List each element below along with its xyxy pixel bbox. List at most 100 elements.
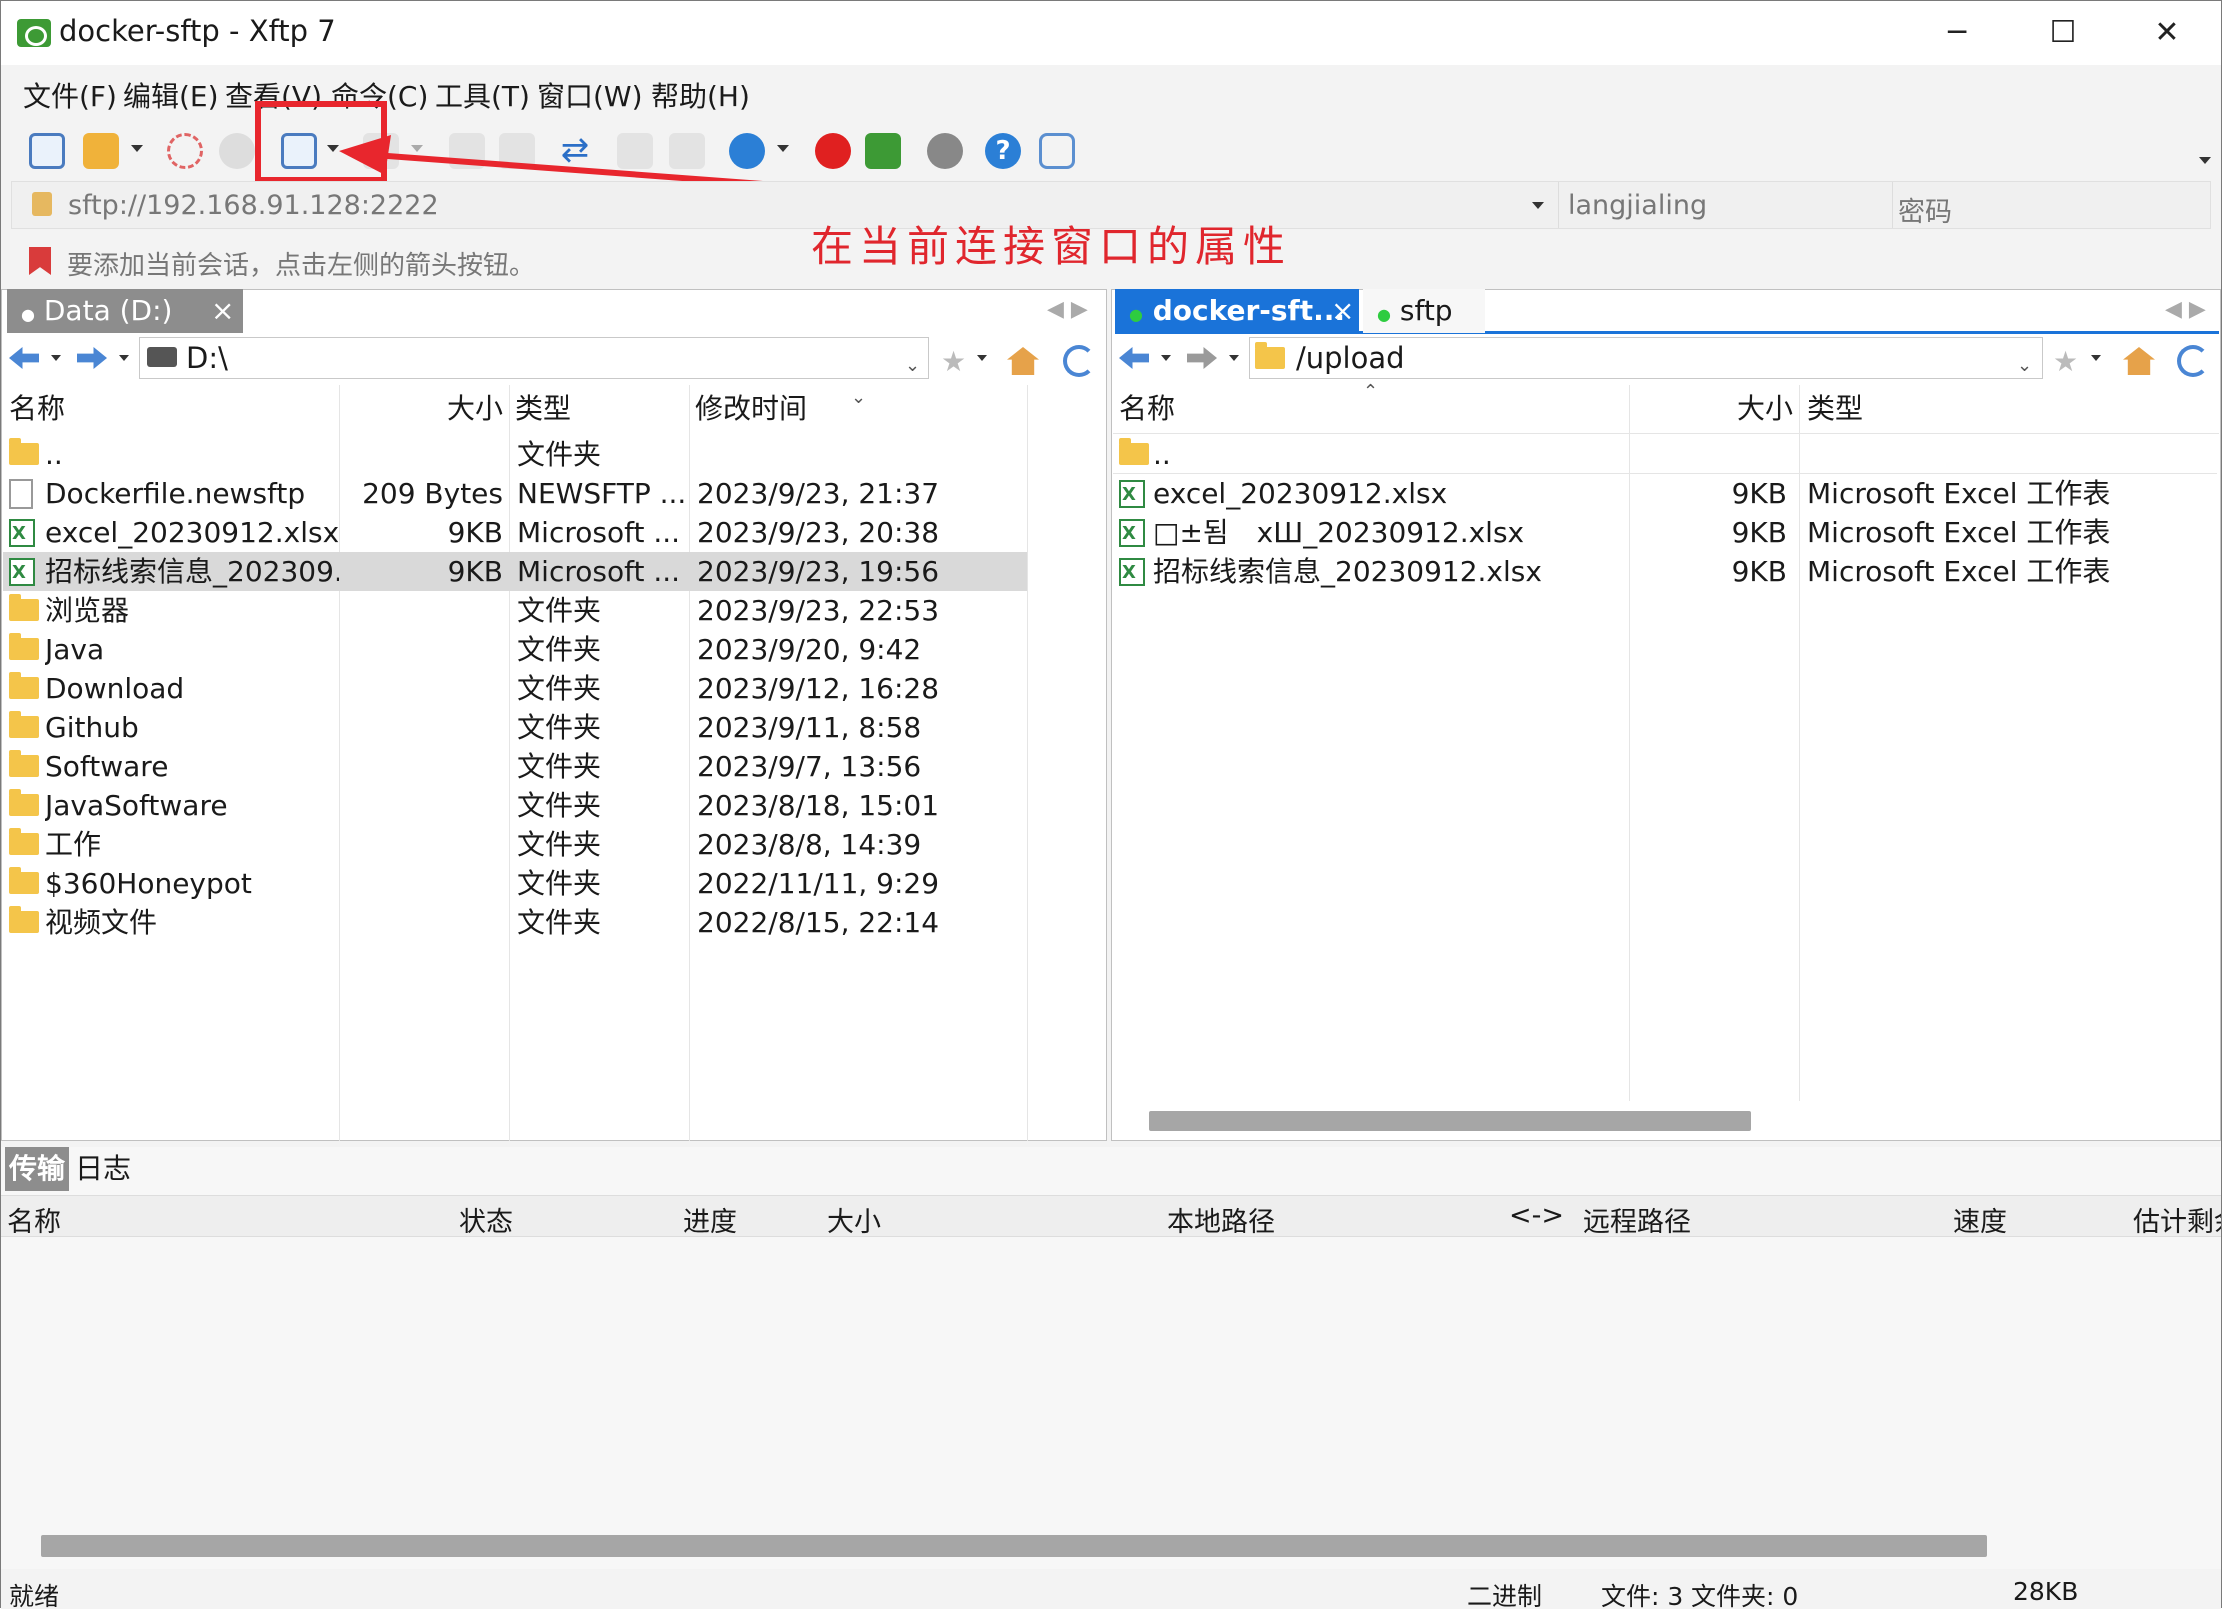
reconnect-icon[interactable] [167,133,203,169]
xftp-window: docker-sftp - Xftp 7 ─ ☐ ✕ 文件(F) 编辑(E) 查… [0,0,2222,1611]
folder-icon [9,438,39,465]
status-total-size: 28KB [2013,1577,2079,1606]
new-session-icon[interactable] [29,133,65,169]
local-file-row[interactable]: excel_20230912.xlsx 9KB Microsoft ... 2023/… [3,513,1027,553]
username-field[interactable]: langjialing [1568,190,1707,221]
menu-tools[interactable]: 工具(T) [435,75,530,115]
cell-name: Github [45,711,139,744]
back-dropdown-icon[interactable] [51,355,61,361]
col-name-header[interactable]: 名称 [1119,385,1175,433]
col-date-header[interactable]: 修改时间 [695,385,807,433]
host-dropdown-icon[interactable] [1532,202,1544,209]
local-file-row[interactable]: Download 文件夹 2023/9/12, 16:28 [3,669,1027,708]
transfer-col-remote-path[interactable]: 远程路径 [1583,1200,1691,1239]
cell-name: excel_20230912.xlsx [45,516,339,549]
col-name-header[interactable]: 名称 [9,385,65,433]
help-icon[interactable]: ? [985,133,1021,169]
remote-path-input[interactable]: /upload [1249,337,2043,379]
cell-date: 2023/9/23, 21:37 [697,477,940,510]
local-file-row[interactable]: .. 文件夹 [3,435,1027,474]
tab-sftp[interactable]: ● sftp [1363,289,1485,333]
minimize-button[interactable]: ─ [1927,9,1987,57]
remote-horizontal-scrollbar[interactable] [1149,1111,1751,1131]
local-file-row[interactable]: Github 文件夹 2023/9/11, 8:58 [3,708,1027,747]
remote-file-row[interactable]: 招标线索信息_20230912.xlsx9KBMicrosoft Excel 工… [1113,552,2217,592]
folder-icon [9,750,39,777]
local-file-row[interactable]: 招标线索信息_202309... 9KB Microsoft ... 2023/9/2… [3,552,1027,592]
menu-file[interactable]: 文件(F) [23,75,117,115]
hint-text: 要添加当前会话，点击左侧的箭头按钮。 [67,251,536,281]
col-type-header[interactable]: 类型 [515,385,571,433]
local-file-row[interactable]: Java 文件夹 2023/9/20, 9:42 [3,630,1027,669]
tab-log[interactable]: 日志 [75,1147,131,1191]
cell-type: Microsoft Excel 工作表 [1807,555,2111,588]
refresh-icon[interactable] [1063,345,1095,377]
cell-type: 文件夹 [517,867,602,900]
cell-date: 2023/8/8, 14:39 [697,828,922,861]
transfer-col-status[interactable]: 状态 [459,1200,513,1239]
local-file-row[interactable]: $360Honeypot 文件夹 2022/11/11, 9:29 [3,864,1027,903]
tab-scroll-arrows[interactable]: ◀ ▶ [2165,297,2206,322]
host-url-field[interactable]: sftp://192.168.91.128:2222 [68,190,439,221]
local-file-row[interactable]: 视频文件 文件夹 2022/8/15, 22:14 [3,903,1027,942]
close-button[interactable]: ✕ [2137,9,2197,57]
maximize-button[interactable]: ☐ [2033,9,2093,57]
toolbar-overflow-icon[interactable] [2199,157,2211,164]
col-size-header[interactable]: 大小 [1737,385,1793,433]
tab-close-icon[interactable]: × [1331,289,1354,333]
open-folder-icon[interactable] [83,133,119,169]
bookmark-icon[interactable] [29,247,51,275]
local-file-row[interactable]: Software 文件夹 2023/9/7, 13:56 [3,747,1027,786]
favorite-dropdown-icon[interactable] [2091,355,2101,361]
path-dropdown-icon[interactable]: ⌄ [905,355,920,376]
cell-type: Microsoft ... [517,516,681,549]
open-dropdown-icon[interactable] [131,145,143,152]
forward-dropdown-icon[interactable] [119,355,129,361]
tab-close-icon[interactable]: × [211,289,234,333]
forward-dropdown-icon[interactable] [1229,355,1239,361]
cell-date: 2022/8/15, 22:14 [697,906,940,939]
local-file-row[interactable]: 浏览器 文件夹 2023/9/23, 22:53 [3,591,1027,630]
cell-name: Software [45,750,169,783]
favorite-star-icon[interactable]: ★ [941,345,966,378]
favorite-star-icon[interactable]: ★ [2053,345,2078,378]
transfer-col-eta[interactable]: 估计剩余 [2133,1200,2221,1239]
tab-transfer[interactable]: 传输 [5,1147,69,1191]
transfer-col-local-path[interactable]: 本地路径 [1167,1200,1275,1239]
local-file-row[interactable]: JavaSoftware 文件夹 2023/8/18, 15:01 [3,786,1027,825]
remote-file-row[interactable]: .. [1113,435,2217,474]
status-bar: 就绪 二进制 文件: 3 文件夹: 0 28KB [1,1569,2221,1611]
local-file-row[interactable]: 工作 文件夹 2023/8/8, 14:39 [3,825,1027,864]
disconnect-icon[interactable] [219,133,255,169]
menu-help[interactable]: 帮助(H) [651,75,750,115]
cell-size: 9KB [1731,477,1787,510]
transfer-col-speed[interactable]: 速度 [1953,1200,2007,1239]
refresh-icon[interactable] [2177,345,2209,377]
chat-icon[interactable] [1039,133,1075,169]
tab-local-drive[interactable]: ● Data (D:) × [7,289,243,333]
remote-file-row[interactable]: excel_20230912.xlsx9KBMicrosoft Excel 工作… [1113,474,2217,514]
local-file-row[interactable]: Dockerfile.newsftp 209 Bytes NEWSFTP ... 20… [3,474,1027,513]
back-dropdown-icon[interactable] [1161,355,1171,361]
menu-edit[interactable]: 编辑(E) [123,75,219,115]
transfer-horizontal-scrollbar[interactable] [41,1535,1987,1557]
tab-docker-sftp[interactable]: ● docker-sft... × [1115,289,1359,333]
menu-window[interactable]: 窗口(W) [537,75,643,115]
password-field[interactable]: 密码 [1898,190,1952,229]
transfer-col-direction[interactable]: <-> [1509,1200,1564,1231]
transfer-col-size[interactable]: 大小 [827,1200,881,1239]
favorite-dropdown-icon[interactable] [977,355,987,361]
transfer-col-progress[interactable]: 进度 [683,1200,737,1239]
col-size-header[interactable]: 大小 [447,385,503,433]
col-type-header[interactable]: 类型 [1807,385,1863,433]
transfer-col-name[interactable]: 名称 [7,1200,61,1239]
path-dropdown-icon[interactable]: ⌄ [2017,355,2032,376]
sort-indicator-icon: ⌃ [1363,381,1379,402]
local-path-input[interactable]: D:\ [139,337,929,379]
cell-name: .. [1153,438,1171,471]
tab-local-drive-label: Data (D:) [43,294,173,327]
tab-scroll-arrows[interactable]: ◀ ▶ [1047,297,1088,322]
cell-name: Dockerfile.newsftp [45,477,306,510]
remote-file-row[interactable]: □±됨 xШ_20230912.xlsx9KBMicrosoft Excel 工… [1113,513,2217,553]
excel-file-icon [1119,475,1145,514]
